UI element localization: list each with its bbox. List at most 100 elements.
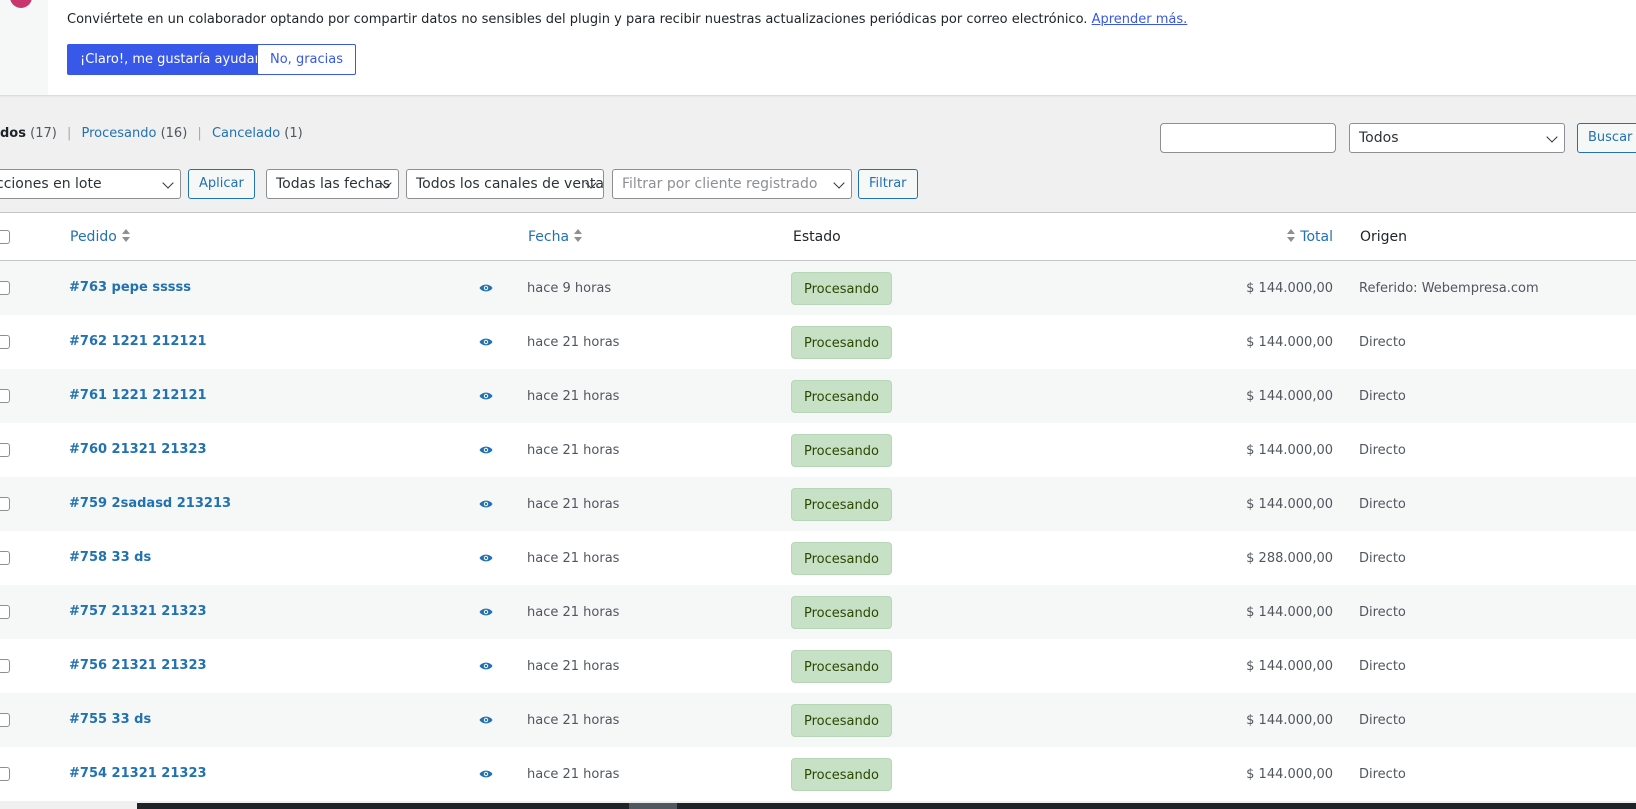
column-date-header[interactable]: Fecha [528, 229, 583, 245]
sort-icon [1287, 229, 1296, 243]
order-link[interactable]: #761 1221 212121 [69, 388, 207, 403]
column-order-header[interactable]: Pedido [70, 229, 130, 245]
table-row[interactable]: #757 21321 21323 hace 21 horas Procesando $… [0, 585, 1636, 639]
decline-share-button[interactable]: No, gracias [257, 44, 357, 75]
table-row[interactable]: #758 33 ds hace 21 horas Procesando $ 288.0… [0, 531, 1636, 585]
date-filter-select[interactable]: Todas las fechas [266, 169, 399, 199]
opt-in-notice: Conviértete en un colaborador optando po… [0, 0, 1636, 96]
eye-icon[interactable] [479, 606, 493, 616]
order-total: $ 144.000,00 [1246, 713, 1333, 728]
order-origin: Directo [1359, 713, 1406, 728]
search-status-select[interactable]: Todos [1349, 123, 1565, 153]
order-total: $ 144.000,00 [1246, 389, 1333, 404]
eye-icon[interactable] [479, 660, 493, 670]
eye-icon[interactable] [479, 552, 493, 562]
eye-icon[interactable] [479, 498, 493, 508]
eye-icon[interactable] [479, 336, 493, 346]
sales-channel-value: Todos los canales de venta [416, 176, 604, 192]
table-row[interactable]: #755 33 ds hace 21 horas Procesando $ 144.0… [0, 693, 1636, 747]
order-origin: Referido: Webempresa.com [1359, 281, 1539, 296]
eye-icon[interactable] [479, 444, 493, 454]
notice-sidebar [0, 0, 48, 95]
order-date: hace 21 horas [527, 389, 620, 404]
order-link[interactable]: #759 2sadasd 213213 [69, 496, 231, 511]
view-processing-link[interactable]: Procesando [81, 126, 156, 141]
order-link[interactable]: #757 21321 21323 [69, 604, 207, 619]
customer-filter-placeholder: Filtrar por cliente registrado [622, 176, 818, 192]
row-checkbox[interactable] [0, 767, 10, 781]
view-cancelled-count: (1) [284, 126, 303, 141]
table-row[interactable]: #761 1221 212121 hace 21 horas Procesando $… [0, 369, 1636, 423]
accept-share-button[interactable]: ¡Claro!, me gustaría ayudar [67, 44, 273, 75]
search-status-value: Todos [1359, 130, 1399, 146]
learn-more-link[interactable]: Aprender más. [1092, 12, 1188, 27]
view-all-label[interactable]: dos [0, 126, 26, 141]
order-total: $ 288.000,00 [1246, 551, 1333, 566]
chevron-down-icon [833, 177, 845, 189]
order-link[interactable]: #755 33 ds [69, 712, 151, 727]
column-origin-header: Origen [1360, 229, 1408, 245]
view-separator: | [197, 126, 202, 141]
date-filter-value: Todas las fechas [276, 176, 391, 192]
scrollbar-thumb[interactable] [629, 803, 677, 809]
status-badge: Procesando [791, 488, 892, 521]
view-processing-count: (16) [160, 126, 188, 141]
apply-button[interactable]: Aplicar [188, 169, 255, 199]
sales-channel-select[interactable]: Todos los canales de venta [406, 169, 604, 199]
order-total: $ 144.000,00 [1246, 281, 1333, 296]
horizontal-scrollbar[interactable] [137, 803, 1636, 809]
table-row[interactable]: #760 21321 21323 hace 21 horas Procesando $… [0, 423, 1636, 477]
select-all-checkbox[interactable] [0, 230, 10, 244]
status-badge: Procesando [791, 758, 892, 791]
status-badge: Procesando [791, 326, 892, 359]
customer-filter-select[interactable]: Filtrar por cliente registrado [612, 169, 852, 199]
eye-icon[interactable] [479, 714, 493, 724]
notice-message: Conviértete en un colaborador optando po… [67, 12, 1088, 27]
view-separator: | [66, 126, 72, 141]
row-checkbox[interactable] [0, 659, 10, 673]
search-orders-button[interactable]: Buscar p [1577, 123, 1636, 153]
row-checkbox[interactable] [0, 281, 10, 295]
order-origin: Directo [1359, 497, 1406, 512]
orders-table: Pedido Fecha Estado Total Origen #763 pe… [0, 212, 1636, 801]
order-total: $ 144.000,00 [1246, 497, 1333, 512]
order-link[interactable]: #762 1221 212121 [69, 334, 207, 349]
order-link[interactable]: #758 33 ds [69, 550, 151, 565]
filter-button[interactable]: Filtrar [858, 169, 918, 199]
row-checkbox[interactable] [0, 389, 10, 403]
search-orders-input[interactable] [1160, 123, 1336, 153]
order-date: hace 21 horas [527, 659, 620, 674]
column-status-header: Estado [793, 229, 841, 245]
order-link[interactable]: #756 21321 21323 [69, 658, 207, 673]
chevron-down-icon [1546, 131, 1558, 143]
status-badge: Procesando [791, 272, 892, 305]
table-row[interactable]: #762 1221 212121 hace 21 horas Procesando $… [0, 315, 1636, 369]
status-views: dos (17) | Procesando (16) | Cancelado (… [0, 126, 303, 141]
order-link[interactable]: #760 21321 21323 [69, 442, 207, 457]
row-checkbox[interactable] [0, 443, 10, 457]
order-origin: Directo [1359, 605, 1406, 620]
eye-icon[interactable] [479, 768, 493, 778]
eye-icon[interactable] [479, 390, 493, 400]
eye-icon[interactable] [479, 282, 493, 292]
column-total-header[interactable]: Total [1287, 229, 1333, 245]
table-row[interactable]: #763 pepe sssss hace 9 horas Procesando $ 1… [0, 261, 1636, 315]
bulk-actions-select[interactable]: cciones en lote [0, 169, 181, 199]
notice-text: Conviértete en un colaborador optando po… [67, 12, 1187, 27]
order-origin: Directo [1359, 551, 1406, 566]
order-total: $ 144.000,00 [1246, 443, 1333, 458]
row-checkbox[interactable] [0, 605, 10, 619]
row-checkbox[interactable] [0, 551, 10, 565]
order-link[interactable]: #763 pepe sssss [69, 280, 191, 295]
order-total: $ 144.000,00 [1246, 767, 1333, 782]
row-checkbox[interactable] [0, 497, 10, 511]
table-row[interactable]: #754 21321 21323 hace 21 horas Procesando $… [0, 747, 1636, 801]
row-checkbox[interactable] [0, 335, 10, 349]
order-link[interactable]: #754 21321 21323 [69, 766, 207, 781]
view-cancelled-link[interactable]: Cancelado [212, 126, 280, 141]
table-row[interactable]: #759 2sadasd 213213 hace 21 horas Procesan… [0, 477, 1636, 531]
table-row[interactable]: #756 21321 21323 hace 21 horas Procesando $… [0, 639, 1636, 693]
sort-icon [121, 229, 130, 243]
row-checkbox[interactable] [0, 713, 10, 727]
status-badge: Procesando [791, 434, 892, 467]
